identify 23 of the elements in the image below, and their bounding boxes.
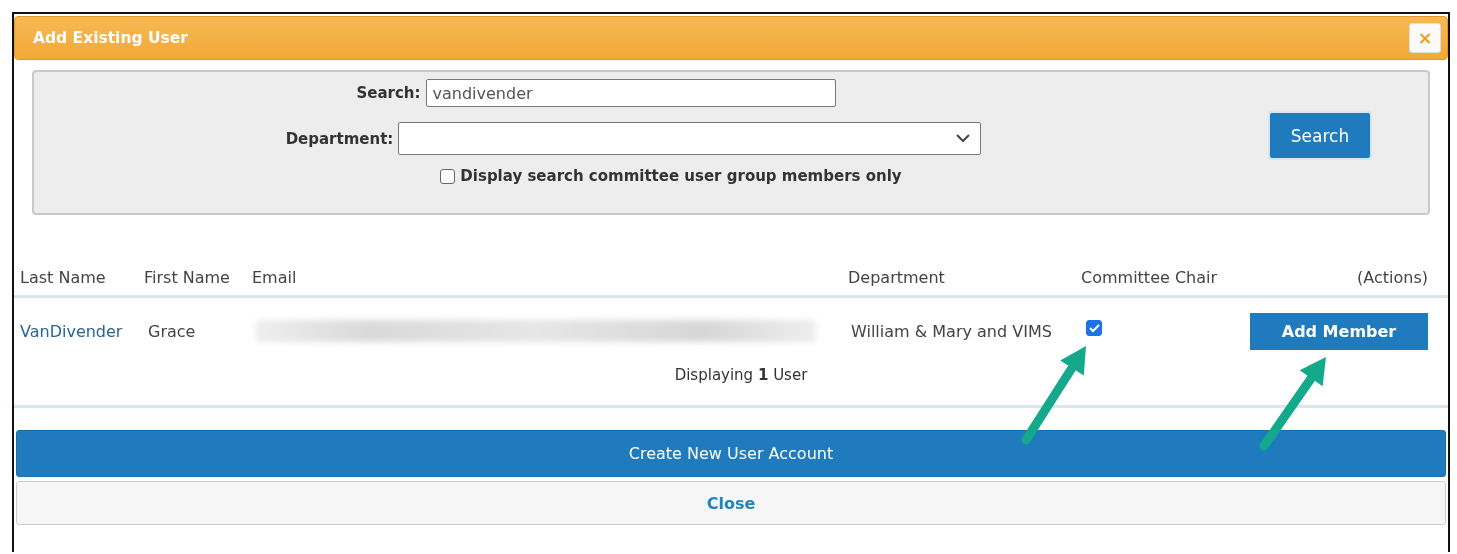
- chevron-down-icon: [956, 134, 971, 143]
- close-button[interactable]: Close: [16, 481, 1446, 525]
- checkbox[interactable]: [1086, 320, 1102, 336]
- column-header: Department: [848, 267, 946, 287]
- field-label: Department:: [285, 129, 394, 148]
- create-account-button[interactable]: Create New User Account: [16, 430, 1446, 477]
- table-cell-text: Grace: [147, 321, 197, 341]
- column-header: (Actions): [1357, 267, 1428, 287]
- search-field[interactable]: vandivender: [425, 79, 836, 107]
- checkbox-label: Display search committee user group members only: [460, 167, 902, 185]
- department-dropdown[interactable]: [398, 122, 982, 155]
- table-cell-text: William & Mary and VIMS: [850, 321, 1053, 341]
- result-count: Displaying 1 User: [674, 365, 808, 386]
- column-header: Email: [252, 267, 298, 287]
- column-header: Last Name: [20, 267, 107, 287]
- column-header: First Name: [144, 267, 231, 287]
- search-button[interactable]: Search: [1268, 111, 1372, 160]
- checkbox[interactable]: [440, 168, 456, 184]
- add-member-button[interactable]: Add Member: [1250, 312, 1428, 350]
- dialog-title: Add Existing User: [33, 29, 188, 47]
- column-header: Committee Chair: [1081, 267, 1219, 287]
- name-link[interactable]: VanDivender: [20, 321, 144, 341]
- field-label: Search:: [356, 84, 421, 102]
